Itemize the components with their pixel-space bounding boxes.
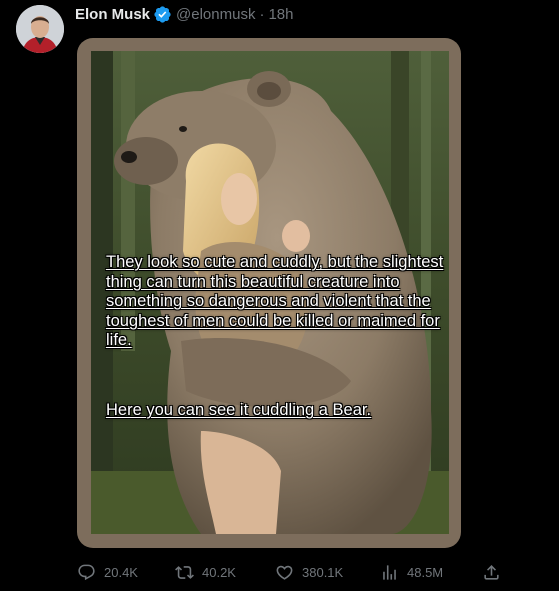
repost-count: 40.2K	[202, 564, 236, 580]
repost-button[interactable]: 40.2K	[175, 560, 236, 584]
repost-arrows-icon	[175, 565, 194, 579]
media-frame[interactable]: They look so cute and cuddly, but the sl…	[77, 38, 461, 548]
action-bar: 20.4K 40.2K 380.1K 48.5M	[0, 560, 559, 584]
tweet: Elon Musk @elonmusk · 18h They look so c…	[0, 0, 559, 591]
views-button[interactable]: 48.5M	[380, 560, 443, 584]
like-button[interactable]: 380.1K	[275, 560, 343, 584]
author-handle[interactable]: @elonmusk	[176, 6, 255, 23]
heart-icon	[276, 565, 293, 580]
author-name[interactable]: Elon Musk	[75, 6, 150, 23]
speech-bubble-icon	[78, 564, 95, 580]
avatar-portrait	[16, 5, 64, 53]
verified-badge-icon[interactable]	[153, 5, 172, 24]
like-count: 380.1K	[302, 564, 344, 580]
separator-dot: ·	[259, 5, 265, 23]
bar-chart-icon	[383, 564, 396, 580]
caption-punchline: Here you can see it cuddling a Bear.	[106, 401, 372, 419]
tweet-header: Elon Musk @elonmusk · 18h	[75, 4, 293, 24]
views-count: 48.5M	[407, 564, 444, 580]
share-button[interactable]	[482, 560, 501, 584]
avatar[interactable]	[16, 5, 64, 53]
reply-count: 20.4K	[104, 564, 138, 580]
caption-main: They look so cute and cuddly, but the sl…	[106, 253, 444, 349]
share-upload-icon	[484, 564, 499, 580]
media-photo[interactable]: They look so cute and cuddly, but the sl…	[91, 51, 449, 534]
timestamp[interactable]: 18h	[268, 6, 293, 23]
reply-button[interactable]: 20.4K	[77, 560, 138, 584]
